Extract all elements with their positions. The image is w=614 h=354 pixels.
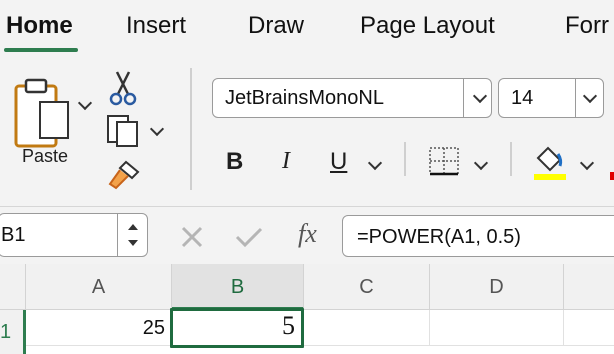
- name-box-divider: [117, 214, 118, 256]
- tab-formulas[interactable]: Forr: [565, 12, 609, 40]
- formula-text: =POWER(A1, 0.5): [357, 226, 521, 248]
- cell-c1[interactable]: [304, 310, 430, 346]
- ribbon-home-panel: Paste JetBrainsMonoNL 14 B I U: [0, 58, 614, 206]
- font-size-divider: [575, 79, 576, 117]
- font-color-swatch[interactable]: [610, 172, 614, 180]
- tab-home[interactable]: Home: [6, 12, 73, 40]
- underline-button[interactable]: U: [330, 148, 347, 176]
- column-header-b[interactable]: B: [172, 264, 304, 310]
- cell-b1-selected[interactable]: 5: [170, 308, 304, 348]
- column-header-c[interactable]: C: [304, 264, 430, 310]
- name-box[interactable]: B1: [0, 213, 148, 257]
- column-header-e[interactable]: [564, 264, 614, 310]
- ribbon-tabs: Home Insert Draw Page Layout Forr: [0, 0, 614, 58]
- scissors-icon: [109, 71, 137, 106]
- chevron-down-icon: [582, 88, 598, 104]
- font-name-dropdown[interactable]: JetBrainsMonoNL: [212, 78, 492, 118]
- cell-d1[interactable]: [430, 310, 564, 346]
- fill-color-dropdown-icon[interactable]: [579, 155, 595, 171]
- format-painter-button[interactable]: [106, 158, 142, 197]
- font-size-dropdown[interactable]: 14: [498, 78, 604, 118]
- chevron-down-icon: [472, 88, 488, 104]
- copy-button[interactable]: [106, 114, 142, 153]
- bold-button[interactable]: B: [226, 148, 243, 176]
- formula-bar: B1 fx =POWER(A1, 0.5): [0, 206, 614, 265]
- underline-dropdown-icon[interactable]: [367, 155, 383, 171]
- font-name-divider: [463, 79, 464, 117]
- ribbon-separator: [510, 142, 512, 176]
- format-painter-icon: [108, 160, 140, 190]
- borders-button[interactable]: [428, 146, 460, 181]
- function-icon[interactable]: fx: [298, 219, 317, 249]
- name-box-value: B1: [1, 224, 26, 246]
- paste-dropdown-icon[interactable]: [77, 95, 93, 111]
- worksheet-grid: A B C D 1 25 5: [0, 264, 614, 354]
- formula-input[interactable]: =POWER(A1, 0.5): [342, 215, 614, 257]
- cut-button[interactable]: [108, 70, 138, 111]
- copy-dropdown-icon[interactable]: [149, 121, 165, 137]
- borders-icon: [429, 147, 459, 176]
- ribbon-separator: [404, 142, 406, 176]
- paste-label: Paste: [22, 146, 69, 166]
- column-header-d[interactable]: D: [430, 264, 564, 310]
- clipboard-icon: [14, 78, 69, 148]
- ribbon-separator: [190, 68, 192, 190]
- name-box-stepper-icon: [128, 224, 138, 246]
- tab-insert[interactable]: Insert: [126, 12, 186, 40]
- active-tab-indicator: [4, 48, 78, 52]
- fill-color-swatch: [534, 174, 566, 180]
- font-size-value: 14: [511, 87, 534, 109]
- enter-checkmark-icon[interactable]: [234, 225, 264, 249]
- column-header-a[interactable]: A: [26, 264, 172, 310]
- select-all-corner[interactable]: [0, 264, 26, 310]
- borders-dropdown-icon[interactable]: [473, 155, 489, 171]
- tab-page-layout[interactable]: Page Layout: [360, 12, 495, 40]
- cancel-icon[interactable]: [180, 225, 204, 249]
- fill-color-button[interactable]: [532, 144, 568, 185]
- font-name-value: JetBrainsMonoNL: [225, 87, 384, 109]
- copy-icon: [107, 115, 138, 147]
- tab-draw[interactable]: Draw: [248, 12, 304, 40]
- cell-e1[interactable]: [564, 310, 614, 346]
- paste-button[interactable]: [12, 74, 74, 150]
- italic-button[interactable]: I: [282, 148, 290, 175]
- row-header-1[interactable]: 1: [0, 310, 26, 354]
- cell-a1[interactable]: 25: [26, 310, 172, 346]
